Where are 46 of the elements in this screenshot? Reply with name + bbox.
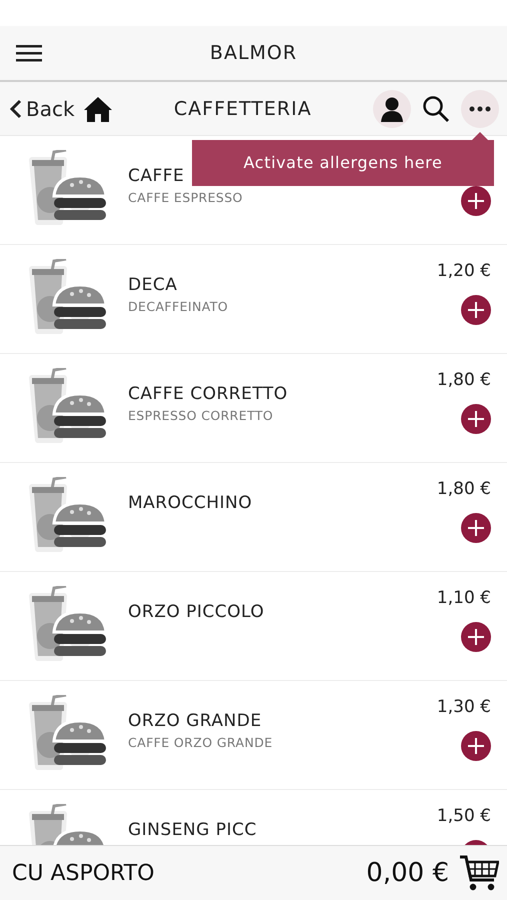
item-description: DECAFFEINATO [128, 299, 229, 314]
cart-total: 0,00 € [366, 858, 449, 888]
item-name: ORZO PICCOLO [128, 602, 266, 622]
item-name: MAROCCHINO [128, 493, 254, 513]
account-button[interactable] [373, 90, 411, 128]
more-icon [469, 106, 491, 112]
add-button[interactable] [461, 731, 491, 761]
add-button[interactable] [461, 404, 491, 434]
home-button[interactable] [82, 94, 113, 122]
home-icon [82, 94, 113, 122]
plus-icon [465, 190, 487, 212]
add-button[interactable] [461, 186, 491, 216]
add-button[interactable] [461, 622, 491, 652]
more-button[interactable] [461, 90, 499, 128]
item-price: 1,50 € [436, 806, 491, 828]
menu-icon [16, 44, 42, 62]
add-button[interactable] [461, 513, 491, 543]
item-description: CAFFE ORZO GRANDE [128, 735, 274, 750]
chevron-left-icon [10, 98, 22, 118]
item-description: ESPRESSO CORRETTO [128, 408, 274, 423]
app-title: BALMOR [210, 42, 298, 64]
item-name: DECA [128, 275, 178, 295]
plus-icon [465, 408, 487, 430]
item-price: 1,80 € [436, 370, 491, 392]
item-price: 1,10 € [436, 588, 491, 610]
cart-button[interactable] [459, 854, 499, 892]
plus-icon [465, 626, 487, 648]
search-icon [422, 94, 450, 122]
page-title: CAFFETTERIA [172, 98, 313, 120]
item-description: CAFFE ESPRESSO [128, 190, 244, 205]
tooltip: Activate allergens here [192, 140, 494, 186]
order-type-label: CU ASPORTO [12, 860, 156, 886]
person-icon [380, 96, 404, 122]
back-button[interactable]: Back [8, 96, 77, 120]
item-name: CAFFE [128, 166, 186, 186]
item-price: 1,30 € [436, 697, 491, 719]
item-price: 1,20 € [436, 261, 491, 283]
item-name: CAFFE CORRETTO [128, 384, 289, 404]
plus-icon [465, 299, 487, 321]
plus-icon [465, 517, 487, 539]
item-price: 1,80 € [436, 479, 491, 501]
plus-icon [465, 735, 487, 757]
cart-icon [459, 854, 499, 892]
item-name: ORZO GRANDE [128, 711, 263, 731]
item-name: GINSENG PICC [128, 820, 258, 840]
add-button[interactable] [461, 295, 491, 325]
